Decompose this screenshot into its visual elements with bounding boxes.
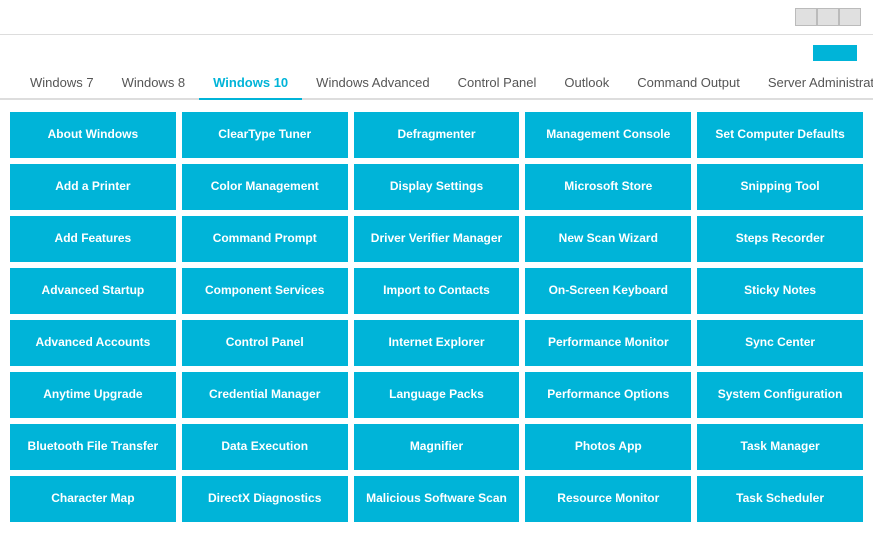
close-button[interactable] <box>839 8 861 26</box>
title-bar <box>0 0 873 35</box>
grid-button-performance-monitor[interactable]: Performance Monitor <box>525 320 691 366</box>
grid-button-add-features[interactable]: Add Features <box>10 216 176 262</box>
grid-button-task-scheduler[interactable]: Task Scheduler <box>697 476 863 522</box>
grid-button-on-screen-keyboard[interactable]: On-Screen Keyboard <box>525 268 691 314</box>
grid-button-color-management[interactable]: Color Management <box>182 164 348 210</box>
grid-button-component-services[interactable]: Component Services <box>182 268 348 314</box>
grid-button-language-packs[interactable]: Language Packs <box>354 372 520 418</box>
grid-button-command-prompt[interactable]: Command Prompt <box>182 216 348 262</box>
grid-button-resource-monitor[interactable]: Resource Monitor <box>525 476 691 522</box>
grid-button-display-settings[interactable]: Display Settings <box>354 164 520 210</box>
tab-windows-advanced[interactable]: Windows Advanced <box>302 67 443 100</box>
grid-button-advanced-startup[interactable]: Advanced Startup <box>10 268 176 314</box>
grid-button-task-manager[interactable]: Task Manager <box>697 424 863 470</box>
grid-button-performance-options[interactable]: Performance Options <box>525 372 691 418</box>
grid-button-credential-manager[interactable]: Credential Manager <box>182 372 348 418</box>
grid-button-internet-explorer[interactable]: Internet Explorer <box>354 320 520 366</box>
grid-button-management-console[interactable]: Management Console <box>525 112 691 158</box>
grid-button-character-map[interactable]: Character Map <box>10 476 176 522</box>
grid-button-import-to-contacts[interactable]: Import to Contacts <box>354 268 520 314</box>
minimize-button[interactable] <box>795 8 817 26</box>
grid-button-directx-diagnostics[interactable]: DirectX Diagnostics <box>182 476 348 522</box>
tab-bar: Windows 7Windows 8Windows 10Windows Adva… <box>0 67 873 100</box>
grid-button-control-panel[interactable]: Control Panel <box>182 320 348 366</box>
grid-button-add-a-printer[interactable]: Add a Printer <box>10 164 176 210</box>
tab-windows-8[interactable]: Windows 8 <box>108 67 200 100</box>
grid-button-sync-center[interactable]: Sync Center <box>697 320 863 366</box>
tab-control-panel[interactable]: Control Panel <box>444 67 551 100</box>
grid-button-steps-recorder[interactable]: Steps Recorder <box>697 216 863 262</box>
grid-button-set-computer-defaults[interactable]: Set Computer Defaults <box>697 112 863 158</box>
options-button[interactable] <box>813 45 857 61</box>
tab-command-output[interactable]: Command Output <box>623 67 754 100</box>
grid-button-defragmenter[interactable]: Defragmenter <box>354 112 520 158</box>
grid-area: About WindowsClearType TunerDefragmenter… <box>0 100 873 534</box>
grid-button-about-windows[interactable]: About Windows <box>10 112 176 158</box>
tab-windows-7[interactable]: Windows 7 <box>16 67 108 100</box>
grid-button-driver-verifier-manager[interactable]: Driver Verifier Manager <box>354 216 520 262</box>
tab-outlook[interactable]: Outlook <box>550 67 623 100</box>
grid-button-data-execution[interactable]: Data Execution <box>182 424 348 470</box>
grid-button-photos-app[interactable]: Photos App <box>525 424 691 470</box>
grid-button-advanced-accounts[interactable]: Advanced Accounts <box>10 320 176 366</box>
grid-button-malicious-software-scan[interactable]: Malicious Software Scan <box>354 476 520 522</box>
grid-button-anytime-upgrade[interactable]: Anytime Upgrade <box>10 372 176 418</box>
grid-button-magnifier[interactable]: Magnifier <box>354 424 520 470</box>
grid-button-microsoft-store[interactable]: Microsoft Store <box>525 164 691 210</box>
grid-button-sticky-notes[interactable]: Sticky Notes <box>697 268 863 314</box>
app-header <box>0 35 873 67</box>
tab-windows-10[interactable]: Windows 10 <box>199 67 302 100</box>
grid-button-system-configuration[interactable]: System Configuration <box>697 372 863 418</box>
tab-server-administration[interactable]: Server Administration <box>754 67 873 100</box>
grid-button-snipping-tool[interactable]: Snipping Tool <box>697 164 863 210</box>
button-grid: About WindowsClearType TunerDefragmenter… <box>10 112 863 522</box>
restore-button[interactable] <box>817 8 839 26</box>
grid-button-bluetooth-file-transfer[interactable]: Bluetooth File Transfer <box>10 424 176 470</box>
grid-button-new-scan-wizard[interactable]: New Scan Wizard <box>525 216 691 262</box>
grid-button-cleartype-tuner[interactable]: ClearType Tuner <box>182 112 348 158</box>
